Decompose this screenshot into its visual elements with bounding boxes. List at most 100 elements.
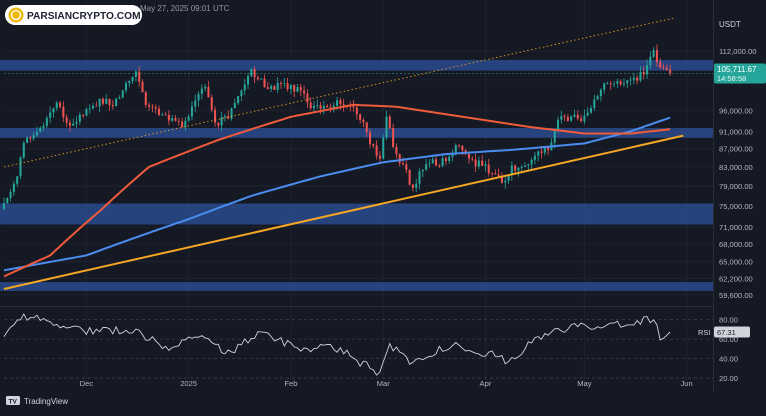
candle-body [214, 109, 217, 123]
candle-body [134, 71, 137, 77]
candle-body [266, 87, 269, 89]
candle-body [398, 154, 401, 164]
candle-body [52, 108, 55, 113]
candle-body [636, 77, 639, 81]
candle-body [26, 137, 29, 143]
candle-body [646, 65, 649, 75]
candle-body [603, 83, 606, 90]
candle-body [138, 71, 141, 82]
candle-body [59, 102, 62, 107]
price-tick-label: 112,000.00 [719, 47, 756, 56]
candle-body [296, 87, 299, 92]
candle-body [276, 83, 279, 90]
candle-body [124, 83, 128, 91]
candle-body [359, 114, 362, 121]
candle-body [425, 163, 428, 170]
rsi-label: RSI [698, 328, 711, 337]
rsi-tick-label: 20.00 [719, 374, 738, 383]
candle-body [378, 155, 381, 159]
candle-body [108, 98, 111, 106]
candle-body [98, 98, 101, 107]
candle-body [613, 83, 616, 85]
tradingview-brand[interactable]: TV TradingView [6, 396, 68, 406]
candle-body [141, 81, 144, 93]
candle-body [622, 83, 625, 85]
candle-body [599, 89, 602, 97]
candle-body [151, 106, 154, 108]
candle-body [405, 164, 408, 170]
candle-body [632, 77, 635, 80]
candle-body [395, 146, 398, 155]
candle-body [494, 173, 497, 175]
candle-body [580, 118, 583, 122]
candle-body [629, 79, 632, 81]
candle-body [441, 158, 444, 166]
candle-body [92, 105, 95, 109]
candle-body [566, 116, 569, 121]
candle-body [372, 143, 375, 146]
candle-body [385, 116, 388, 138]
candle-body [316, 105, 319, 107]
candle-body [144, 92, 147, 105]
candle-body [293, 85, 296, 92]
candle-body [665, 67, 668, 70]
candle-body [322, 105, 325, 109]
candle-body [520, 166, 523, 168]
candle-body [491, 173, 494, 174]
candle-body [22, 142, 25, 158]
candle-body [609, 83, 612, 85]
price-tick-label: 79,000.00 [719, 182, 753, 191]
candle-body [204, 86, 207, 89]
candle-body [75, 121, 78, 124]
candle-body [312, 106, 316, 109]
candle-body [408, 169, 411, 185]
candle-body [659, 62, 662, 68]
candle-body [586, 112, 589, 116]
candle-body [303, 90, 306, 94]
rsi-tick-label: 80.00 [719, 316, 738, 325]
candle-body [223, 116, 226, 118]
candle-body [32, 135, 35, 139]
candle-body [392, 128, 395, 147]
candle-body [101, 98, 104, 104]
candle-body [62, 106, 65, 118]
logo-text: PARSIANCRYPTO.COM [27, 11, 141, 22]
candle-body [306, 93, 309, 103]
candle-body [461, 145, 464, 151]
candle-body [563, 116, 566, 118]
candle-body [514, 165, 517, 171]
candle-body [256, 77, 259, 80]
candle-body [299, 87, 302, 91]
candle-body [78, 114, 81, 122]
price-tick-label: 71,000.00 [719, 223, 753, 232]
price-chart[interactable]: 112,000.00104,000.0096,000.0091,000.0087… [0, 0, 766, 411]
svg-text:TV: TV [9, 399, 18, 406]
candle-body [388, 116, 391, 129]
candle-body [342, 104, 345, 106]
candle-body [606, 83, 609, 85]
candle-body [365, 122, 368, 133]
candle-body [55, 102, 58, 109]
price-zone [0, 203, 713, 225]
parsiancrypto-logo[interactable]: PARSIANCRYPTO.COM [5, 5, 142, 25]
candle-body [570, 116, 573, 121]
candle-body [217, 122, 220, 126]
candle-body [161, 114, 164, 116]
candle-body [326, 105, 329, 108]
candle-body [593, 99, 596, 109]
candle-body [289, 85, 292, 89]
candle-body [382, 137, 385, 159]
candle-body [362, 120, 365, 123]
candle-body [9, 191, 12, 198]
candle-body [497, 174, 500, 177]
candle-body [530, 159, 533, 165]
candle-body [19, 157, 22, 177]
candle-body [352, 106, 355, 108]
candle-body [105, 98, 108, 104]
candle-body [652, 49, 655, 57]
candle-body [649, 56, 652, 66]
candle-body [260, 78, 263, 80]
candle-body [65, 117, 68, 123]
candle-body [662, 67, 665, 69]
candle-body [438, 165, 441, 167]
